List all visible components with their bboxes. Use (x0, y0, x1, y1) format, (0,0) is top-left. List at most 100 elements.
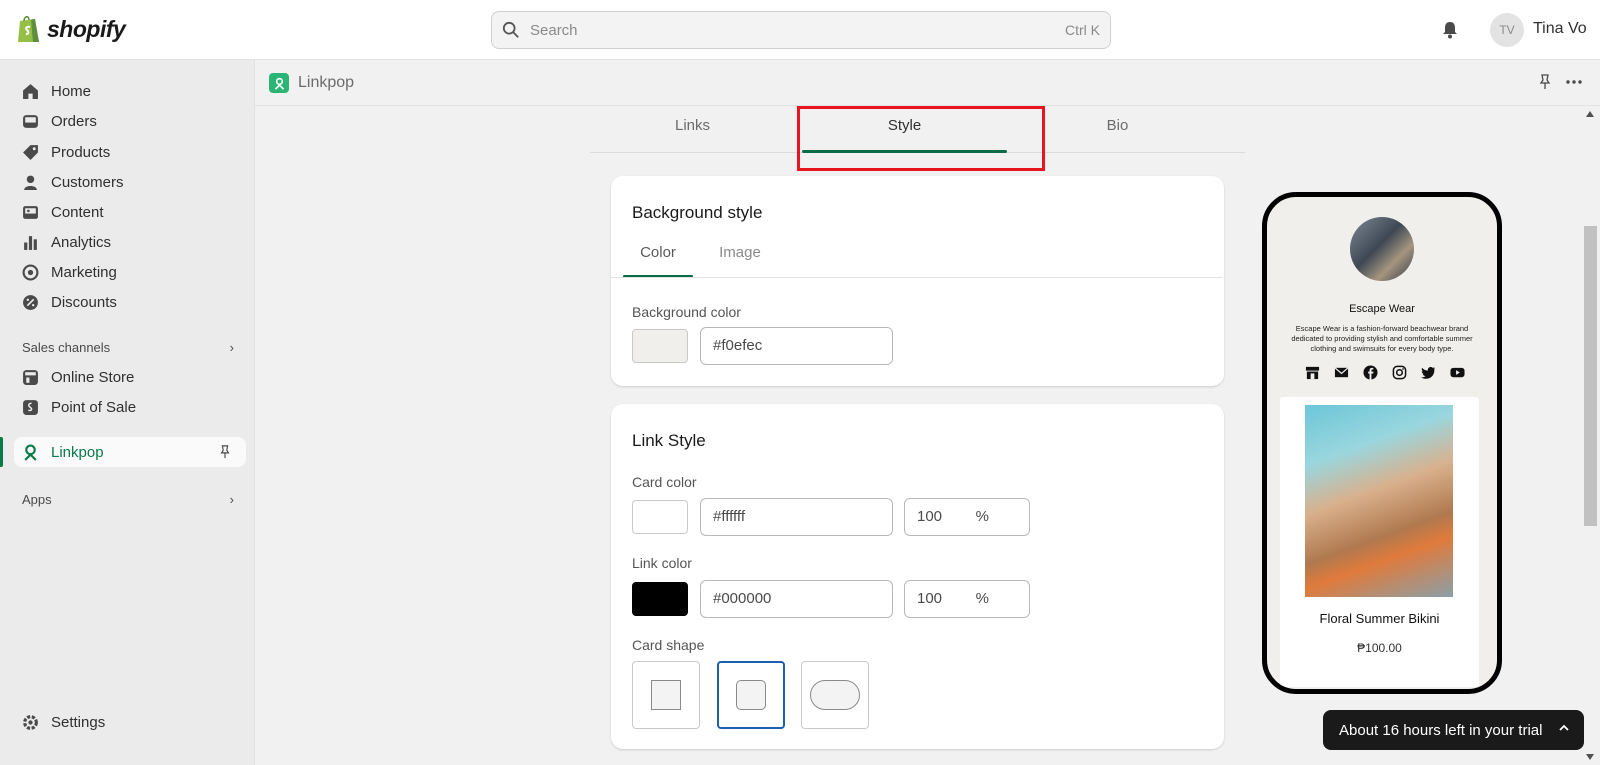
facebook-icon[interactable] (1363, 365, 1378, 380)
card-shape-label: Card shape (632, 637, 705, 653)
bar-chart-icon (24, 235, 37, 250)
square-shape-preview (651, 680, 681, 710)
avatar[interactable]: TV (1490, 13, 1524, 47)
link-style-card: Link Style Card color #ffffff 100 % Link… (611, 404, 1224, 749)
target-icon (22, 264, 39, 280)
product-title: Floral Summer Bikini (1319, 611, 1440, 626)
linkpop-icon (24, 444, 37, 461)
pill-shape-preview (810, 680, 860, 710)
content-icon (23, 205, 38, 219)
store-icon[interactable] (1305, 365, 1320, 380)
apps-section[interactable]: Apps › (22, 492, 234, 507)
shape-pill-option[interactable] (801, 661, 869, 729)
background-color-label: Background color (632, 304, 741, 320)
subtab-image[interactable]: Image (705, 238, 775, 278)
orders-icon (23, 114, 38, 128)
sidebar-item-content[interactable]: Content (14, 197, 246, 227)
search-input[interactable]: Search Ctrl K (491, 11, 1111, 49)
linkpop-glyph-icon (274, 77, 284, 90)
store-icon (23, 369, 38, 385)
sidebar-item-marketing[interactable]: Marketing (14, 257, 246, 287)
chevron-right-icon: › (229, 492, 234, 507)
sidebar-item-label: Customers (51, 173, 124, 191)
chevron-right-icon: › (229, 340, 234, 355)
active-indicator (0, 437, 3, 467)
sidebar-item-orders[interactable]: Orders (14, 106, 246, 136)
link-opacity-input[interactable]: 100 % (904, 580, 1030, 618)
sidebar-item-label: Orders (51, 112, 97, 130)
sidebar-item-label: Products (51, 143, 111, 161)
user-name[interactable]: Tina Vo (1533, 20, 1587, 38)
sidebar-item-linkpop[interactable]: Linkpop (14, 437, 246, 467)
phone-preview: Escape Wear Escape Wear is a fashion-for… (1262, 192, 1502, 694)
trial-banner[interactable]: About 16 hours left in your trial (1323, 710, 1584, 750)
tag-icon (23, 144, 38, 160)
apps-label: Apps (22, 492, 52, 507)
app-bar: Linkpop (255, 60, 1600, 106)
profile-avatar (1350, 217, 1414, 281)
pin-icon[interactable] (218, 445, 232, 459)
shopify-logo[interactable]: shopify (16, 14, 126, 44)
more-icon[interactable] (1565, 74, 1583, 90)
product-card[interactable]: Floral Summer Bikini ₱100.00 (1280, 397, 1479, 687)
search-shortcut: Ctrl K (1065, 22, 1100, 38)
sidebar: Home Orders Products Customers Content A… (0, 60, 255, 765)
linkpop-app-icon (269, 73, 289, 93)
sidebar-item-settings[interactable]: Settings (14, 707, 246, 737)
link-color-input[interactable]: #000000 (700, 580, 893, 618)
card-color-input[interactable]: #ffffff (700, 498, 893, 536)
logo-text: shopify (47, 15, 126, 42)
pin-icon[interactable] (1537, 74, 1553, 90)
search-placeholder: Search (530, 21, 578, 39)
mail-icon[interactable] (1334, 365, 1349, 380)
background-color-swatch[interactable] (632, 329, 688, 363)
background-style-card: Background style Color Image Background … (611, 176, 1224, 386)
chevron-up-icon[interactable] (1558, 722, 1570, 734)
sidebar-item-label: Analytics (51, 233, 112, 251)
search-icon (502, 21, 519, 38)
gear-icon (23, 714, 38, 730)
link-color-label: Link color (632, 555, 692, 571)
sidebar-item-label: Point of Sale (51, 398, 137, 416)
product-price: ₱100.00 (1357, 641, 1402, 655)
sidebar-item-label: Content (51, 203, 104, 221)
sidebar-item-customers[interactable]: Customers (14, 167, 246, 197)
scrollbar-thumb[interactable] (1584, 226, 1597, 526)
shape-square-option[interactable] (632, 661, 700, 729)
discount-icon (23, 294, 38, 310)
preview-name: Escape Wear (1349, 303, 1415, 315)
tab-bio[interactable]: Bio (1015, 106, 1220, 153)
scroll-down-arrow-icon[interactable] (1585, 753, 1595, 761)
app-title: Linkpop (298, 74, 355, 91)
sales-channels-section[interactable]: Sales channels › (22, 340, 234, 355)
sidebar-item-label: Discounts (51, 293, 117, 311)
link-color-swatch[interactable] (632, 582, 688, 616)
card-opacity-input[interactable]: 100 % (904, 498, 1030, 536)
sidebar-item-label: Linkpop (51, 443, 104, 461)
sidebar-item-analytics[interactable]: Analytics (14, 227, 246, 257)
scrollbar[interactable] (1581, 106, 1600, 765)
percent-sign: % (975, 590, 989, 607)
tab-links[interactable]: Links (590, 106, 795, 153)
sidebar-item-discounts[interactable]: Discounts (14, 287, 246, 317)
sidebar-item-home[interactable]: Home (14, 76, 246, 106)
rounded-shape-preview (736, 680, 766, 710)
bell-icon[interactable] (1440, 20, 1460, 40)
youtube-icon[interactable] (1450, 365, 1465, 380)
shopify-bag-icon (18, 15, 39, 42)
sales-channels-label: Sales channels (22, 340, 111, 355)
sidebar-item-point-of-sale[interactable]: Point of Sale (14, 392, 246, 422)
twitter-icon[interactable] (1421, 365, 1436, 380)
shape-rounded-option[interactable] (717, 661, 785, 729)
card-color-swatch[interactable] (632, 500, 688, 534)
sidebar-item-products[interactable]: Products (14, 137, 246, 167)
sidebar-item-online-store[interactable]: Online Store (14, 362, 246, 392)
subtab-color[interactable]: Color (623, 238, 693, 278)
scroll-up-arrow-icon[interactable] (1585, 110, 1595, 118)
subtab-color-label: Color (640, 244, 676, 261)
background-color-input[interactable]: #f0efec (700, 327, 893, 365)
trial-text: About 16 hours left in your trial (1339, 721, 1543, 739)
top-bar: shopify Search Ctrl K TV Tina Vo (0, 0, 1600, 60)
instagram-icon[interactable] (1392, 365, 1407, 380)
social-icons (1305, 365, 1465, 380)
